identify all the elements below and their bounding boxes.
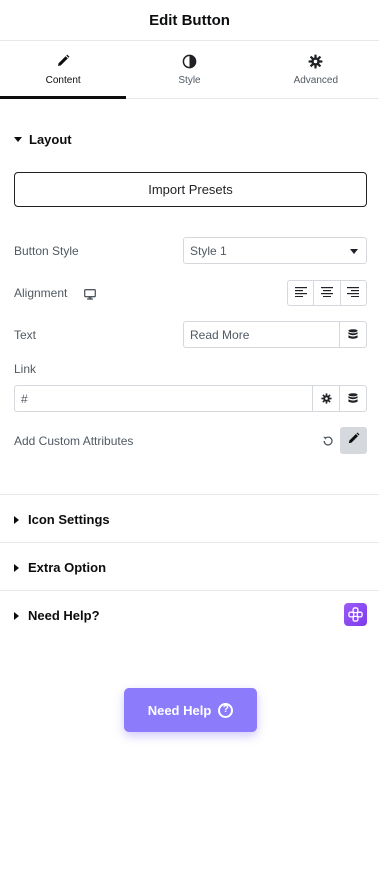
- caret-down-icon: [14, 136, 22, 142]
- need-help-button[interactable]: Need Help ?: [124, 688, 257, 732]
- alignment-label: Alignment: [14, 286, 68, 300]
- tab-style[interactable]: Style: [126, 41, 252, 98]
- desktop-icon[interactable]: [84, 287, 96, 305]
- section-icon-settings-header[interactable]: Icon Settings: [0, 496, 379, 543]
- alignment-control: [287, 280, 367, 306]
- tab-content[interactable]: Content: [0, 41, 127, 99]
- align-left-button[interactable]: [288, 281, 313, 305]
- section-divider: [0, 494, 379, 495]
- custom-attributes-label: Add Custom Attributes: [14, 434, 134, 448]
- caret-right-icon: [14, 563, 19, 572]
- half-circle-icon: [181, 53, 197, 69]
- button-style-value: Style 1: [190, 243, 227, 258]
- section-title: Need Help?: [28, 608, 100, 623]
- chevron-down-icon: [350, 249, 358, 254]
- align-center-button[interactable]: [313, 281, 339, 305]
- link-input-group: #: [14, 385, 367, 412]
- section-layout-header[interactable]: Layout: [0, 99, 379, 179]
- tab-bar: Content Style Advanced: [0, 41, 379, 99]
- button-style-select[interactable]: Style 1: [183, 237, 367, 264]
- question-circle-icon: ?: [218, 702, 234, 718]
- section-extra-option-header[interactable]: Extra Option: [0, 544, 379, 591]
- align-right-button[interactable]: [339, 281, 366, 305]
- database-icon: [348, 393, 358, 403]
- panel-title: Edit Button: [149, 11, 230, 29]
- database-icon: [348, 329, 358, 339]
- text-label: Text: [14, 328, 37, 342]
- caret-right-icon: [14, 515, 19, 524]
- tab-label: Advanced: [293, 75, 339, 86]
- tab-label: Style: [178, 75, 201, 86]
- section-title: Icon Settings: [28, 512, 110, 527]
- pencil-icon: [347, 432, 360, 450]
- caret-right-icon: [14, 611, 19, 620]
- align-right-icon: [347, 284, 360, 302]
- plugin-logo-icon: [344, 603, 367, 626]
- need-help-label: Need Help: [147, 702, 212, 718]
- link-dynamic-tags-button[interactable]: [339, 386, 366, 411]
- reset-icon[interactable]: [321, 434, 335, 448]
- link-input[interactable]: #: [15, 386, 312, 411]
- text-input-group: Read More: [183, 321, 367, 348]
- section-title: Layout: [29, 131, 72, 147]
- tab-advanced[interactable]: Advanced: [253, 41, 379, 98]
- dynamic-tags-button[interactable]: [339, 322, 366, 347]
- gear-icon: [308, 53, 324, 69]
- import-presets-button[interactable]: Import Presets: [14, 172, 367, 207]
- pencil-icon: [55, 53, 71, 69]
- align-left-icon: [294, 284, 307, 302]
- link-options-button[interactable]: [312, 386, 339, 411]
- panel-header: Edit Button: [0, 0, 379, 41]
- text-input[interactable]: Read More: [184, 322, 339, 347]
- align-center-icon: [320, 284, 333, 302]
- gear-icon: [320, 393, 332, 404]
- section-need-help-header[interactable]: Need Help?: [0, 592, 379, 639]
- button-style-label: Button Style: [14, 244, 79, 258]
- section-title: Extra Option: [28, 560, 107, 575]
- link-label: Link: [14, 362, 37, 376]
- edit-attributes-button[interactable]: [340, 427, 367, 454]
- tab-label: Content: [45, 75, 81, 86]
